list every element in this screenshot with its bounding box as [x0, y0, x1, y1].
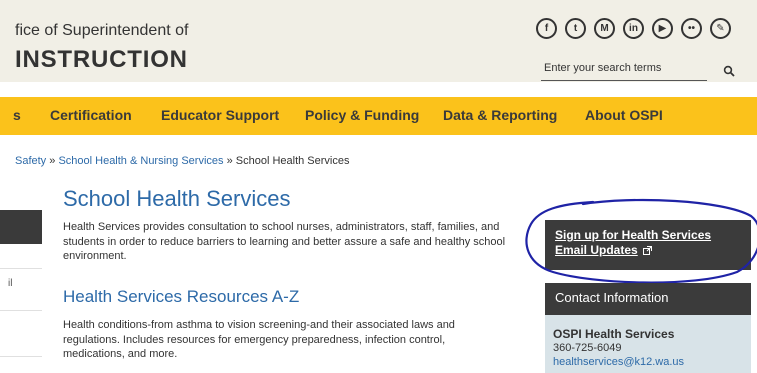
- linkedin-icon[interactable]: in: [623, 18, 644, 39]
- left-sidebar-divider: [0, 268, 42, 269]
- email-signup-button[interactable]: Sign up for Health Services Email Update…: [545, 220, 751, 270]
- flickr-icon[interactable]: ••: [681, 18, 702, 39]
- breadcrumb-link-school-health-nursing[interactable]: School Health & Nursing Services: [58, 155, 223, 167]
- nav-item-truncated[interactable]: s: [13, 107, 21, 123]
- left-sidebar-divider: [0, 356, 42, 357]
- social-links: f t M in ▶ •• ✎: [536, 18, 731, 39]
- intro-paragraph: Health Services provides consultation to…: [63, 221, 506, 262]
- search-icon[interactable]: [723, 65, 735, 77]
- contact-info-panel: OSPI Health Services 360-725-6049 health…: [545, 315, 751, 373]
- contact-info-header: Contact Information: [545, 283, 751, 315]
- email-signup-label: Sign up for Health Services Email Update…: [555, 228, 712, 257]
- left-sidebar-divider: [0, 310, 42, 311]
- breadcrumb-link-safety[interactable]: Safety: [15, 155, 46, 167]
- blog-icon[interactable]: ✎: [710, 18, 731, 39]
- breadcrumb-separator: »: [49, 155, 56, 167]
- breadcrumb: Safety » School Health & Nursing Service…: [15, 155, 350, 167]
- nav-item-certification[interactable]: Certification: [50, 107, 132, 123]
- resources-a-z-link[interactable]: Health Services Resources A-Z: [63, 287, 299, 307]
- site-header: fice of Superintendent of INSTRUCTION f …: [0, 0, 757, 82]
- breadcrumb-separator: »: [226, 155, 233, 167]
- contact-email-link[interactable]: healthservices@k12.wa.us: [553, 355, 743, 369]
- page-title: School Health Services: [63, 186, 291, 211]
- search-input[interactable]: [541, 59, 710, 80]
- medium-icon[interactable]: M: [594, 18, 615, 39]
- facebook-icon[interactable]: f: [536, 18, 557, 39]
- left-sidebar-item-fragment[interactable]: il: [8, 278, 12, 289]
- breadcrumb-current: School Health Services: [235, 155, 350, 167]
- search-field: [541, 58, 710, 81]
- agency-name-line1: fice of Superintendent of: [15, 22, 189, 39]
- agency-name-line2[interactable]: INSTRUCTION: [15, 46, 188, 74]
- nav-item-about-ospi[interactable]: About OSPI: [585, 107, 663, 123]
- nav-item-data-reporting[interactable]: Data & Reporting: [443, 107, 557, 123]
- twitter-icon[interactable]: t: [565, 18, 586, 39]
- nav-item-policy-funding[interactable]: Policy & Funding: [305, 107, 419, 123]
- left-sidebar-active-item[interactable]: [0, 210, 42, 244]
- youtube-icon[interactable]: ▶: [652, 18, 673, 39]
- nav-item-educator-support[interactable]: Educator Support: [161, 107, 279, 123]
- contact-phone: 360-725-6049: [553, 342, 622, 354]
- contact-name: OSPI Health Services: [553, 327, 675, 341]
- resources-description: Health conditions-from asthma to vision …: [63, 319, 455, 360]
- external-link-icon: [643, 246, 653, 256]
- main-nav: s Certification Educator Support Policy …: [0, 97, 757, 135]
